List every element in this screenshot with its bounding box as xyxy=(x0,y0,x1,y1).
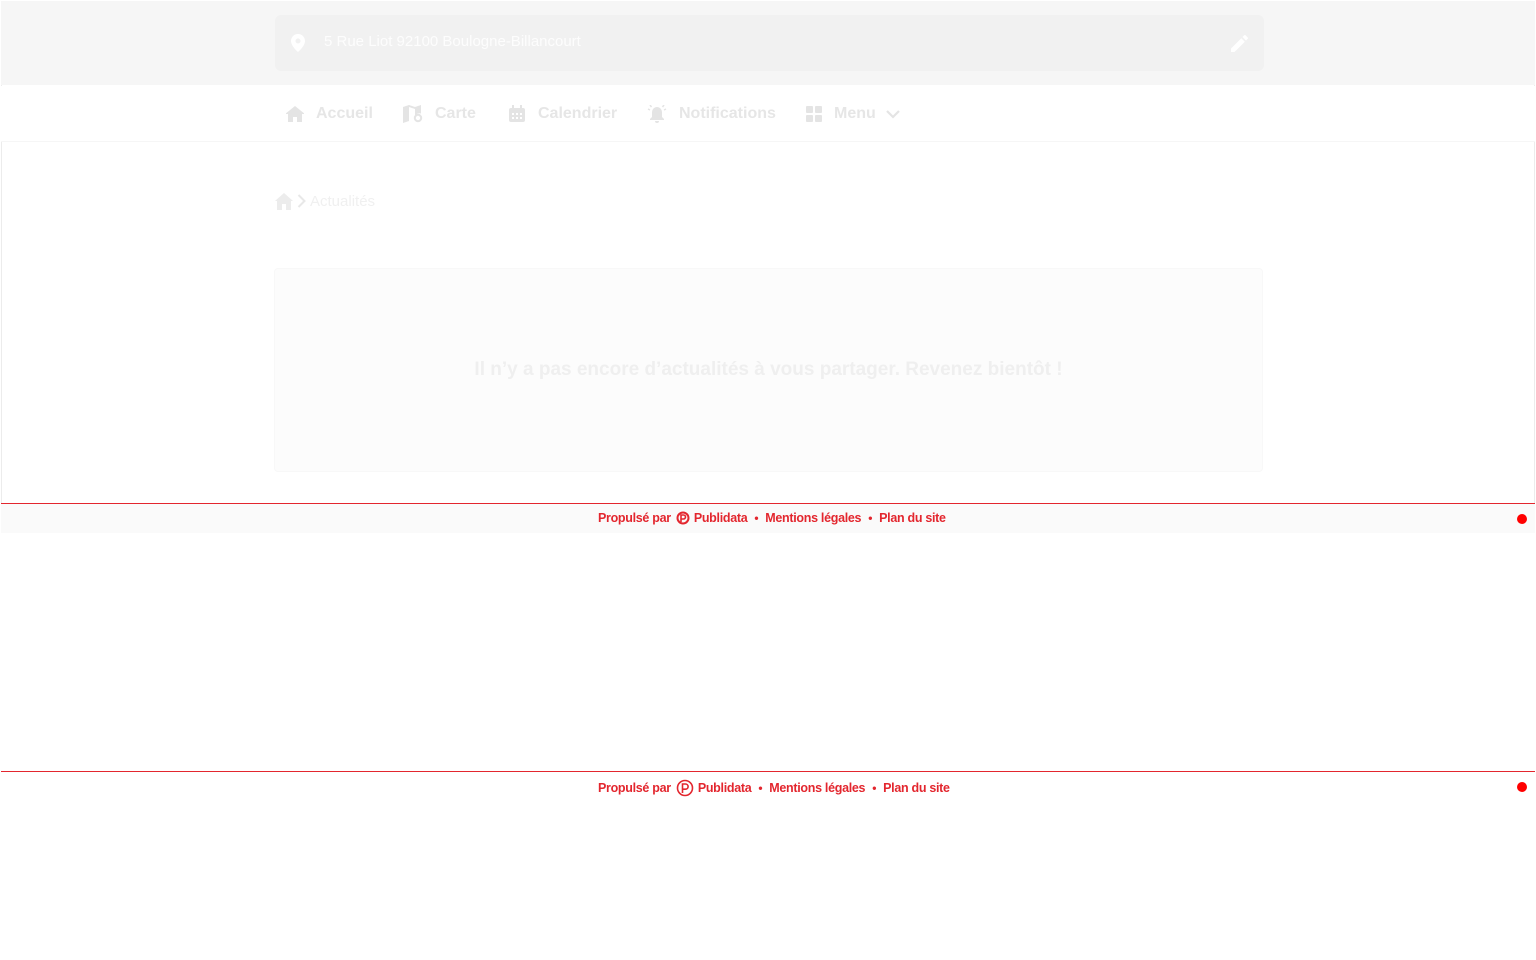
footer-separator: • xyxy=(872,781,877,795)
map-icon xyxy=(403,105,423,123)
nav-item-menu[interactable]: Menu xyxy=(806,86,900,142)
nav-label: Carte xyxy=(435,105,476,122)
map-pin-icon xyxy=(291,34,305,52)
breadcrumb: Actualités xyxy=(275,191,375,211)
footer-separator: • xyxy=(868,511,873,525)
address-text: 5 Rue Liot 92100 Boulogne-Billancourt xyxy=(324,33,581,50)
nav-item-notifications[interactable]: Notifications xyxy=(647,86,776,142)
status-dot xyxy=(1517,782,1527,792)
empty-state-message: Il n’y a pas encore d’actualités à vous … xyxy=(474,359,1063,380)
nav-label: Calendrier xyxy=(538,105,618,122)
footer-separator: • xyxy=(758,781,763,795)
footer: Propulsé par Publidata • Mentions légale… xyxy=(1,503,1535,533)
nav-item-accueil[interactable]: Accueil xyxy=(286,86,373,142)
publidata-link[interactable]: Publidata xyxy=(698,781,752,795)
breadcrumb-current: Actualités xyxy=(310,192,376,210)
address-selector[interactable]: 5 Rue Liot 92100 Boulogne-Billancourt xyxy=(275,15,1264,71)
footer-separator: • xyxy=(754,511,759,525)
home-icon xyxy=(286,106,304,122)
grid-icon xyxy=(806,106,822,122)
news-empty-card: Il n’y a pas encore d’actualités à vous … xyxy=(274,268,1263,472)
nav-label: Menu xyxy=(834,105,876,122)
bell-icon xyxy=(647,105,667,123)
footer-duplicate: Propulsé par Publidata • Mentions légale… xyxy=(1,771,1535,801)
status-dot xyxy=(1517,514,1527,524)
home-icon[interactable] xyxy=(275,192,293,210)
footer-links: Propulsé par Publidata • Mentions légale… xyxy=(598,779,950,797)
powered-by-label: Propulsé par xyxy=(598,511,671,525)
legal-notice-link[interactable]: Mentions légales xyxy=(769,781,865,795)
nav-label: Notifications xyxy=(679,105,776,122)
pencil-icon[interactable] xyxy=(1231,35,1248,52)
nav-item-carte[interactable]: Carte xyxy=(403,86,476,142)
publidata-logo-icon xyxy=(676,779,694,797)
sitemap-link[interactable]: Plan du site xyxy=(879,511,946,525)
publidata-logo-icon xyxy=(676,511,690,525)
address-header: 5 Rue Liot 92100 Boulogne-Billancourt xyxy=(1,1,1535,85)
chevron-right-icon xyxy=(297,194,306,208)
main-nav: Accueil Carte Calendrier Notifications M… xyxy=(1,86,1535,142)
publidata-link[interactable]: Publidata xyxy=(694,511,748,525)
calendar-icon xyxy=(508,105,526,123)
nav-label: Accueil xyxy=(316,105,373,122)
powered-by-label: Propulsé par xyxy=(598,781,671,795)
legal-notice-link[interactable]: Mentions légales xyxy=(765,511,861,525)
footer-links: Propulsé par Publidata • Mentions légale… xyxy=(598,511,946,525)
sitemap-link[interactable]: Plan du site xyxy=(883,781,950,795)
chevron-down-icon xyxy=(886,109,900,119)
nav-item-calendrier[interactable]: Calendrier xyxy=(508,86,617,142)
